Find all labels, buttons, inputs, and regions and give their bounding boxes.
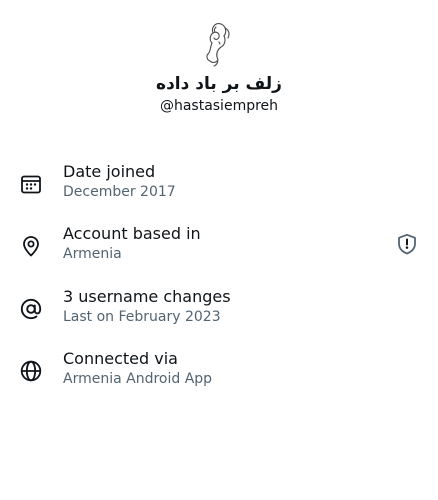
info-row-username-changes: 3 username changes Last on February 2023	[0, 285, 438, 337]
location-pin-icon	[20, 235, 42, 257]
row-subtitle: Armenia	[63, 246, 122, 262]
profile-username: @hastasiempreh	[159, 98, 279, 114]
profile-header: زلف بر باد داده @hastasiempreh	[0, 0, 438, 130]
row-subtitle: Last on February 2023	[63, 309, 221, 325]
info-row-date-joined: Date joined December 2017	[0, 160, 438, 212]
info-row-account-based-in: Account based in Armenia	[0, 222, 438, 274]
row-title: Account based in	[63, 224, 201, 243]
row-title: Connected via	[63, 349, 178, 368]
row-title: Date joined	[63, 162, 156, 181]
at-sign-icon	[20, 298, 42, 320]
profile-display-name: زلف بر باد داده	[156, 74, 282, 94]
row-title: 3 username changes	[63, 287, 231, 306]
calendar-icon	[20, 173, 42, 195]
info-row-connected-via: Connected via Armenia Android App	[0, 347, 438, 399]
sketch-avatar-icon[interactable]	[195, 18, 243, 70]
shield-alert-icon[interactable]	[396, 233, 418, 255]
row-subtitle: December 2017	[63, 184, 176, 200]
globe-icon	[20, 360, 42, 382]
row-subtitle: Armenia Android App	[63, 371, 213, 387]
